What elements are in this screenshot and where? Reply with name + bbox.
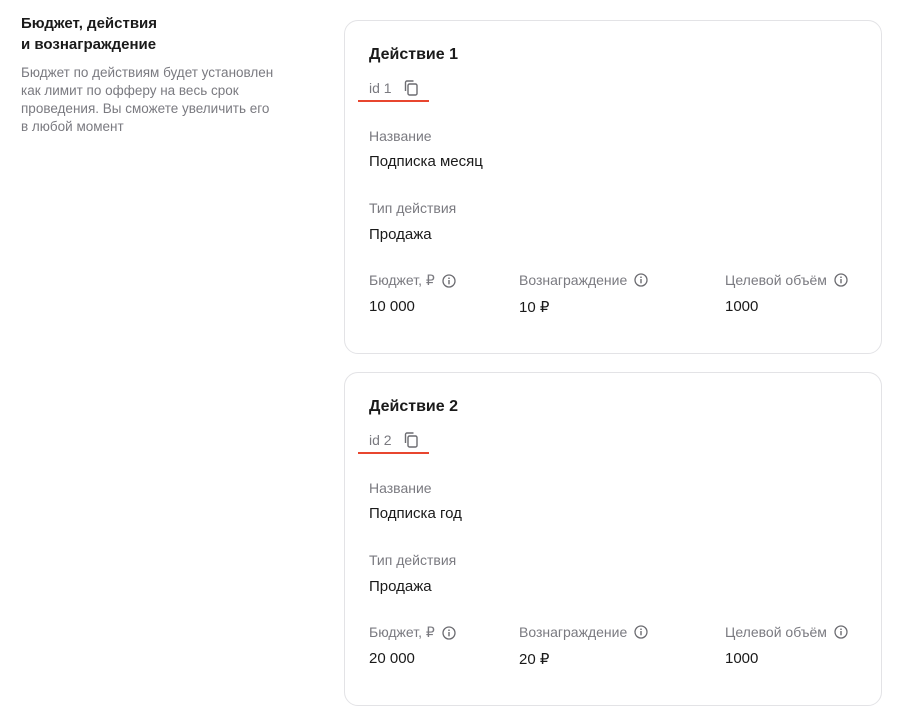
budget-label: Бюджет, ₽ bbox=[369, 272, 456, 289]
section-intro: Бюджет, действия и вознаграждение Бюджет… bbox=[21, 13, 321, 136]
reward-label: Вознаграждение bbox=[519, 272, 648, 288]
volume-value: 1000 bbox=[725, 650, 759, 667]
budget-value: 10 000 bbox=[369, 298, 415, 315]
name-value: Подписка месяц bbox=[369, 153, 483, 170]
reward-label: Вознаграждение bbox=[519, 624, 648, 640]
action-id-row: id 1 bbox=[369, 79, 418, 97]
action-id: id 1 bbox=[369, 80, 392, 96]
info-icon[interactable] bbox=[442, 273, 456, 288]
name-label: Название bbox=[369, 128, 432, 144]
info-icon[interactable] bbox=[834, 273, 848, 287]
section-description: Бюджет по действиям будет установлен как… bbox=[21, 65, 274, 134]
reward-value: 20 ₽ bbox=[519, 651, 550, 668]
section-title: Бюджет, действия и вознаграждение bbox=[21, 15, 158, 53]
reward-value: 10 ₽ bbox=[519, 299, 550, 316]
action-id-row: id 2 bbox=[369, 431, 418, 449]
budget-label: Бюджет, ₽ bbox=[369, 624, 456, 641]
action-title: Действие 1 bbox=[369, 46, 458, 63]
volume-label: Целевой объём bbox=[725, 624, 848, 640]
type-label: Тип действия bbox=[369, 552, 457, 568]
action-id: id 2 bbox=[369, 432, 392, 448]
type-value: Продажа bbox=[369, 578, 432, 595]
action-card-1: Действие 1 id 1 Название Подписка месяц … bbox=[344, 20, 882, 354]
action-card-2: Действие 2 id 2 Название Подписка год Ти… bbox=[344, 372, 882, 706]
info-icon[interactable] bbox=[442, 625, 456, 640]
info-icon[interactable] bbox=[634, 273, 648, 287]
id-underline bbox=[358, 452, 429, 454]
action-title: Действие 2 bbox=[369, 398, 458, 415]
copy-icon[interactable] bbox=[404, 432, 418, 448]
info-icon[interactable] bbox=[834, 625, 848, 639]
type-value: Продажа bbox=[369, 226, 432, 243]
id-underline bbox=[358, 100, 429, 102]
info-icon[interactable] bbox=[634, 625, 648, 639]
volume-value: 1000 bbox=[725, 298, 759, 315]
name-label: Название bbox=[369, 480, 432, 496]
volume-label: Целевой объём bbox=[725, 272, 848, 288]
type-label: Тип действия bbox=[369, 200, 457, 216]
copy-icon[interactable] bbox=[404, 80, 418, 96]
budget-value: 20 000 bbox=[369, 650, 415, 667]
name-value: Подписка год bbox=[369, 505, 462, 522]
